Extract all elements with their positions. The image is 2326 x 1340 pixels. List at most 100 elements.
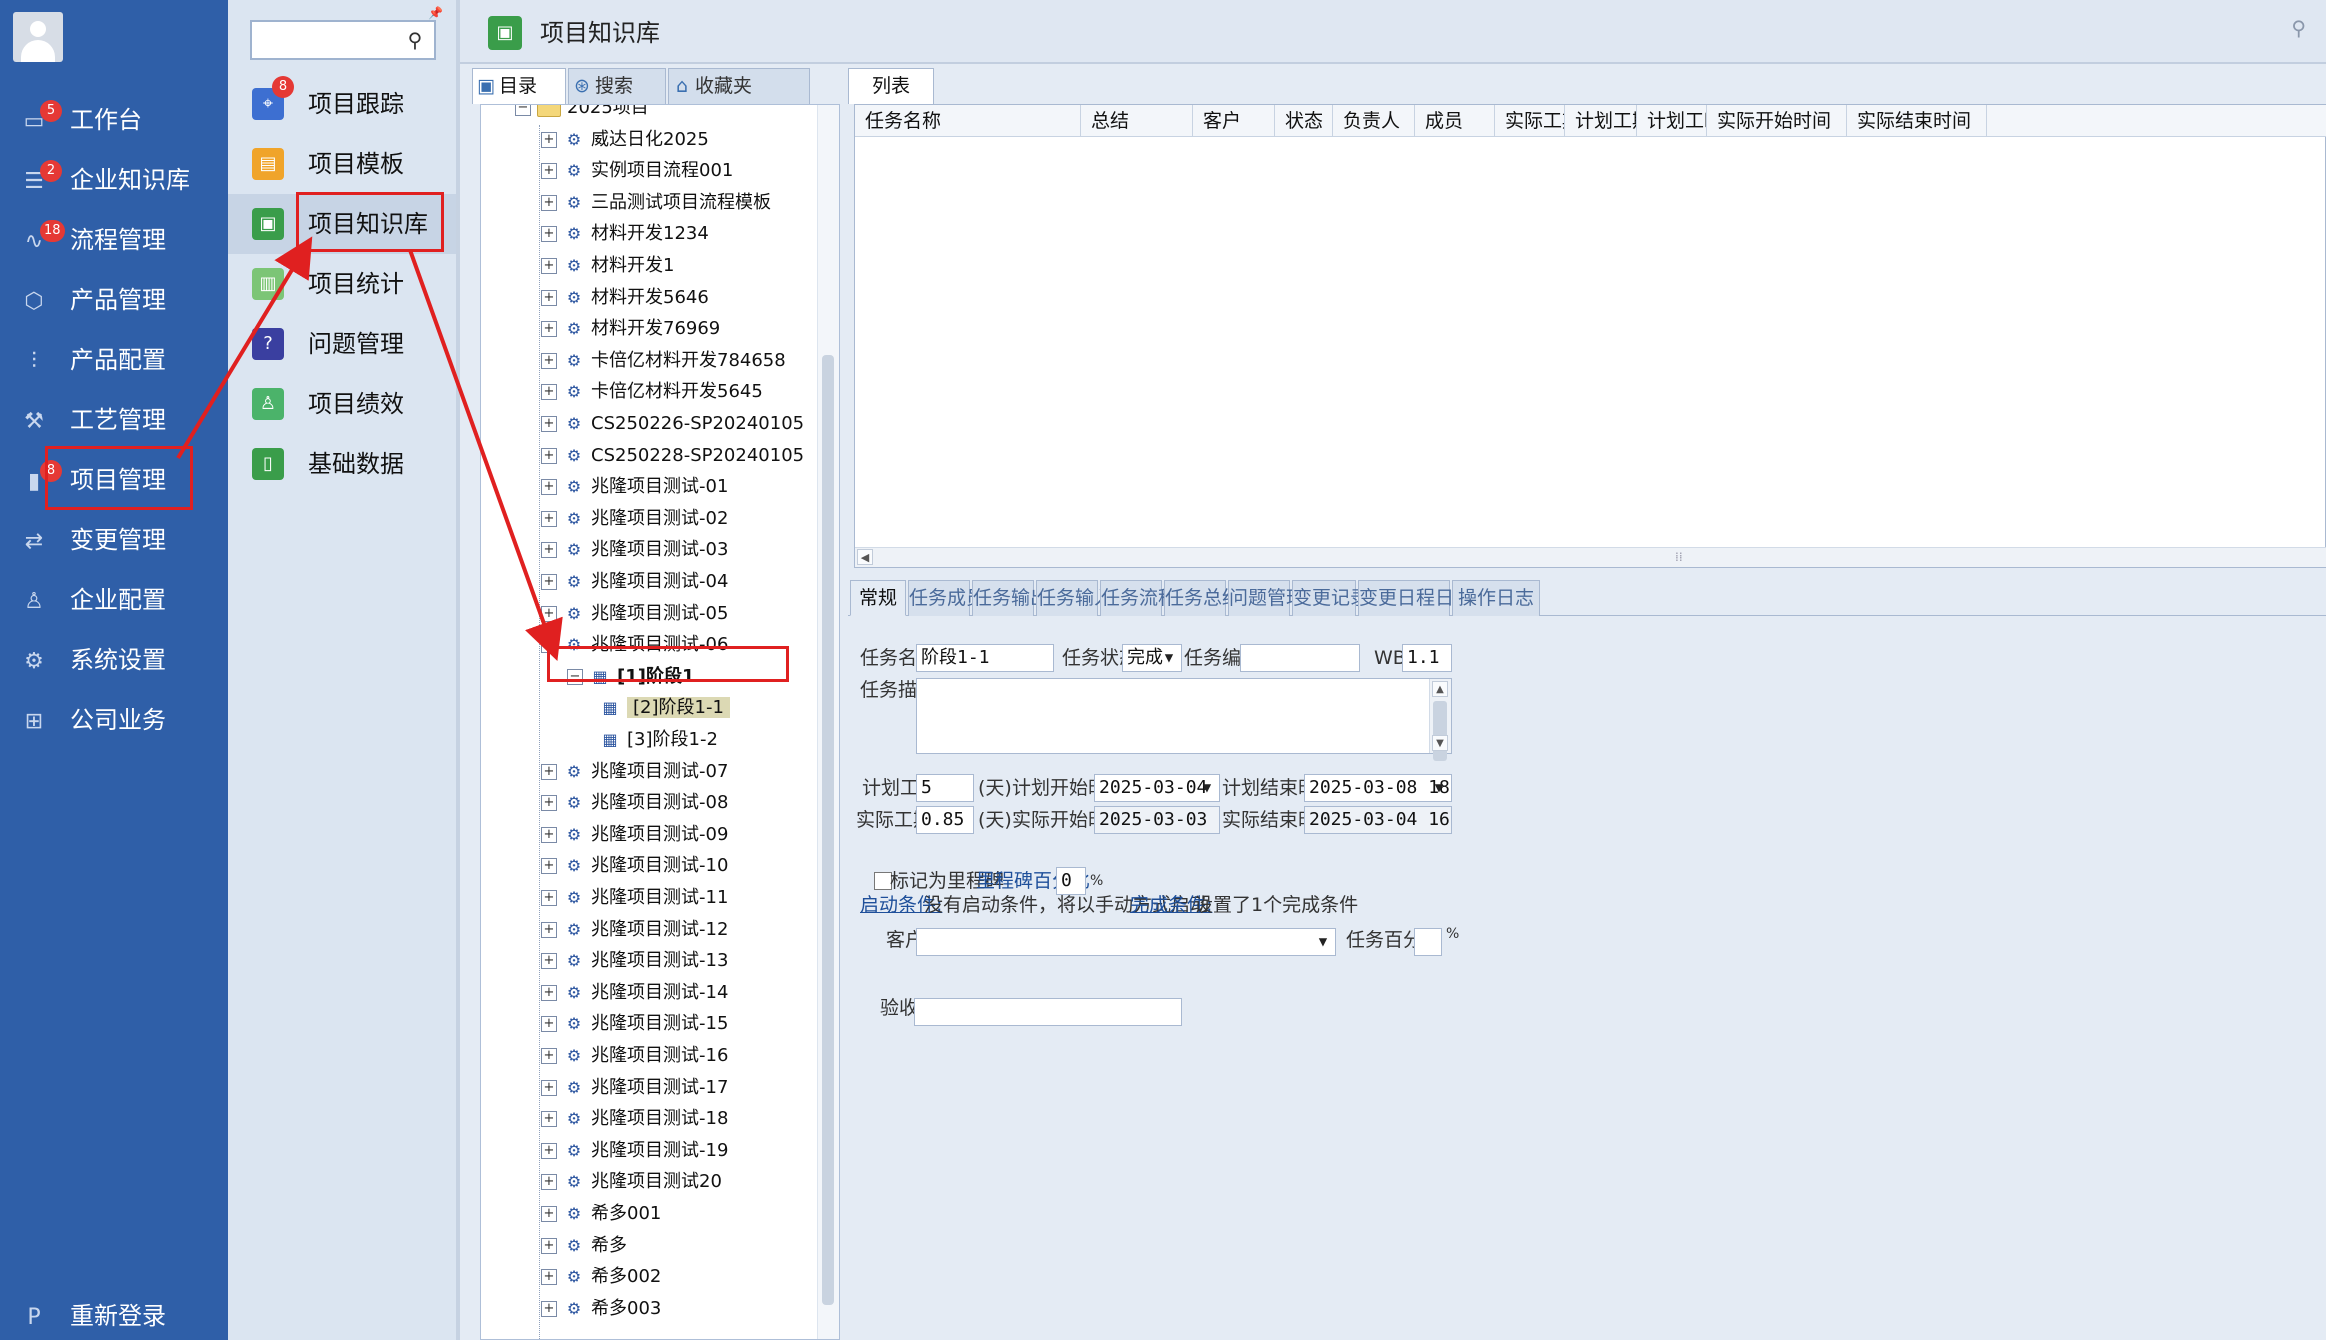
plan-start-select[interactable]: 2025-03-04 08:0▼ — [1094, 774, 1220, 802]
expand-icon[interactable]: + — [541, 1142, 557, 1159]
expand-icon[interactable]: + — [541, 194, 557, 211]
tree-root-node[interactable]: −2025项目 — [515, 105, 649, 123]
column-header[interactable]: 客户 — [1193, 105, 1275, 137]
tree-project-node[interactable]: + ⚙ 威达日化2025 — [541, 125, 709, 155]
detail-tab-6[interactable]: 问题管理 — [1228, 580, 1305, 616]
tree-project-node[interactable]: + ⚙ 兆隆项目测试-18 — [541, 1104, 728, 1134]
nav-item-0[interactable]: ▭ 工作台 5 — [0, 90, 228, 150]
detail-tab-8[interactable]: 变更日程日志 — [1358, 580, 1473, 616]
sub-search-input[interactable] — [256, 26, 396, 54]
expand-icon[interactable]: + — [541, 1300, 557, 1317]
actual-duration-field[interactable]: 0.85 — [916, 806, 974, 834]
sub-item-0[interactable]: ⌖ 项目跟踪 8 — [228, 74, 456, 134]
tree-project-node[interactable]: + ⚙ 兆隆项目测试-05 — [541, 599, 728, 629]
acceptance-field[interactable] — [914, 998, 1182, 1026]
scroll-left-icon[interactable]: ◀ — [857, 549, 873, 565]
expand-icon[interactable]: + — [541, 542, 557, 559]
tree-project-node[interactable]: + ⚙ 兆隆项目测试-17 — [541, 1073, 728, 1103]
desc-scrollbar[interactable]: ▲ ▼ — [1429, 679, 1451, 761]
tree-project-node[interactable]: + ⚙ 希多003 — [541, 1294, 661, 1324]
detail-tab-1[interactable]: 任务成员 — [908, 580, 985, 616]
tree-scrollbar[interactable] — [817, 105, 839, 1339]
expand-icon[interactable]: + — [541, 163, 557, 180]
tree-project-node[interactable]: + ⚙ 兆隆项目测试20 — [541, 1167, 722, 1197]
tree-project-node[interactable]: + ⚙ 兆隆项目测试-09 — [541, 820, 728, 850]
expand-icon[interactable]: + — [541, 384, 557, 401]
detail-tab-7[interactable]: 变更记录 — [1292, 580, 1369, 616]
expand-icon[interactable]: + — [541, 1269, 557, 1286]
expand-icon[interactable]: + — [541, 1016, 557, 1033]
tree-project-node[interactable]: + ⚙ 兆隆项目测试-08 — [541, 788, 728, 818]
expand-icon[interactable]: + — [541, 1079, 557, 1096]
tree-project-node[interactable]: + ⚙ 兆隆项目测试-01 — [541, 472, 728, 502]
tree-task-node[interactable]: ▦ [3]阶段1-2 — [599, 725, 717, 755]
tree-project-node[interactable]: + ⚙ 实例项目流程001 — [541, 156, 733, 186]
column-header[interactable]: 实际工期 — [1495, 105, 1565, 137]
column-header[interactable]: 负责人 — [1333, 105, 1415, 137]
tab-favorites[interactable]: ⌂ 收藏夹 — [668, 68, 810, 104]
tree-project-node[interactable]: + ⚙ CS250228-SP20240105 — [541, 441, 804, 471]
tree-project-node[interactable]: + ⚙ 三品测试项目流程模板 — [541, 188, 771, 218]
expand-icon[interactable]: + — [541, 289, 557, 306]
detail-tab-2[interactable]: 任务输出 — [972, 580, 1049, 616]
tab-list[interactable]: 列表 — [848, 68, 934, 104]
task-code-field[interactable] — [1240, 644, 1360, 672]
tree-project-node[interactable]: + ⚙ 兆隆项目测试-12 — [541, 915, 728, 945]
column-header[interactable]: 成员 — [1415, 105, 1495, 137]
nav-item-9[interactable]: ⚙ 系统设置 — [0, 630, 228, 690]
pin-icon[interactable]: 📌 — [428, 6, 443, 20]
plan-duration-field[interactable]: 5 — [916, 774, 974, 802]
column-header[interactable]: 任务名称 — [855, 105, 1081, 137]
expand-icon[interactable]: + — [541, 1174, 557, 1191]
expand-icon[interactable]: + — [541, 984, 557, 1001]
nav-item-10[interactable]: ⊞ 公司业务 — [0, 690, 228, 750]
expand-icon[interactable]: + — [541, 826, 557, 843]
tree-project-node[interactable]: + ⚙ 希多 — [541, 1231, 627, 1261]
expand-icon[interactable]: + — [541, 1111, 557, 1128]
actual-end-field[interactable]: 2025-03-04 16:45:57 — [1304, 806, 1452, 834]
column-header[interactable]: 实际结束时间 — [1847, 105, 1987, 137]
column-header[interactable]: 计划工期 — [1565, 105, 1637, 137]
column-header[interactable]: 实际开始时间 — [1707, 105, 1847, 137]
tree-project-node[interactable]: + ⚙ 材料开发5646 — [541, 283, 709, 313]
nav-item-1[interactable]: ☰ 企业知识库 2 — [0, 150, 228, 210]
tab-search[interactable]: ⊛ 搜索 — [568, 68, 666, 104]
expand-icon[interactable]: + — [541, 1206, 557, 1222]
tree-project-node[interactable]: + ⚙ 兆隆项目测试-15 — [541, 1009, 728, 1039]
nav-item-2[interactable]: ∿ 流程管理 18 — [0, 210, 228, 270]
nav-item-8[interactable]: ♙ 企业配置 — [0, 570, 228, 630]
expand-icon[interactable]: + — [541, 321, 557, 338]
expand-icon[interactable]: + — [541, 479, 557, 496]
task-pct-field[interactable] — [1414, 928, 1442, 956]
nav-item-3[interactable]: ⬡ 产品管理 — [0, 270, 228, 330]
tree-project-node[interactable]: + ⚙ CS250226-SP20240105 — [541, 409, 804, 439]
expand-icon[interactable]: + — [541, 1048, 557, 1064]
tree-project-node[interactable]: + ⚙ 希多001 — [541, 1199, 661, 1229]
expand-icon[interactable]: + — [541, 953, 557, 970]
nav-item-4[interactable]: ⫶ 产品配置 — [0, 330, 228, 390]
tree-project-node[interactable]: + ⚙ 兆隆项目测试-10 — [541, 851, 728, 881]
task-name-field[interactable]: 阶段1-1 — [916, 644, 1054, 672]
expand-icon[interactable]: + — [541, 131, 557, 148]
tree-project-node[interactable]: + ⚙ 兆隆项目测试-16 — [541, 1041, 728, 1071]
expand-icon[interactable]: + — [541, 890, 557, 906]
tree-task-node[interactable]: ▦ [2]阶段1-1 — [599, 693, 730, 723]
expand-icon[interactable]: + — [541, 416, 557, 432]
grid-hscrollbar[interactable]: ◀ ⁞⁞ — [855, 547, 2326, 567]
tree-project-node[interactable]: + ⚙ 兆隆项目测试-04 — [541, 567, 728, 597]
tree-project-node[interactable]: + ⚙ 兆隆项目测试-07 — [541, 757, 728, 787]
task-status-select[interactable]: 完成 ▼ — [1122, 644, 1182, 672]
tree-project-node[interactable]: + ⚙ 兆隆项目测试-03 — [541, 535, 728, 565]
actual-start-field[interactable]: 2025-03-03 19:40: — [1094, 806, 1220, 834]
expand-icon[interactable]: + — [541, 795, 557, 812]
tree-project-node[interactable]: + ⚙ 兆隆项目测试-14 — [541, 978, 728, 1008]
customer-select[interactable]: ▼ — [916, 928, 1336, 956]
expand-icon[interactable]: + — [541, 226, 557, 243]
expand-icon[interactable]: + — [541, 447, 557, 464]
expand-icon[interactable]: + — [541, 574, 557, 590]
expand-icon[interactable]: + — [541, 1237, 557, 1254]
detail-tab-9[interactable]: 操作日志 — [1452, 580, 1540, 616]
expand-icon[interactable]: + — [541, 605, 557, 622]
tree-project-node[interactable]: + ⚙ 兆隆项目测试-02 — [541, 504, 728, 534]
detail-tab-5[interactable]: 任务总结 — [1164, 580, 1241, 616]
